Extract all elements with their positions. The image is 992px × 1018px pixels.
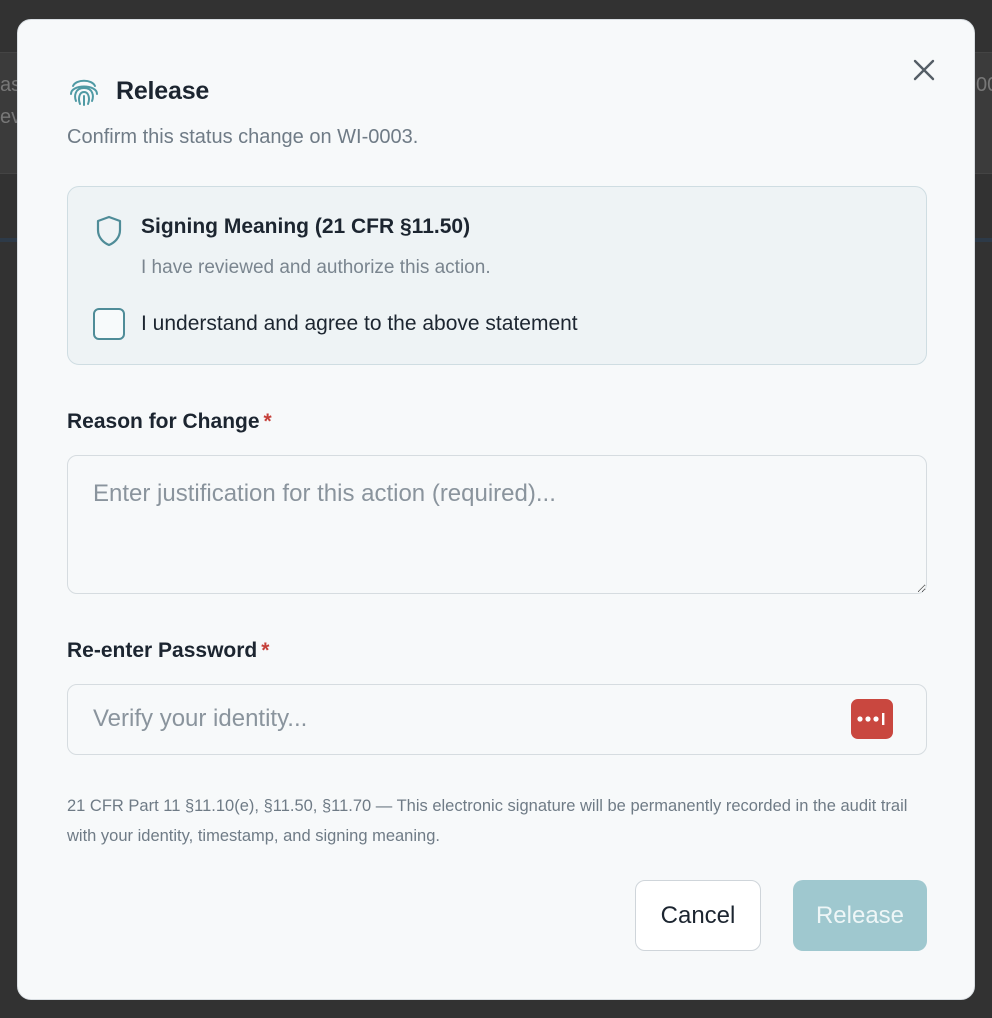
- signature-dialog: Release Confirm this status change on WI…: [17, 19, 975, 1000]
- compliance-footnote: 21 CFR Part 11 §11.10(e), §11.50, §11.70…: [67, 797, 908, 845]
- release-button[interactable]: Release: [793, 880, 927, 951]
- reason-textarea[interactable]: [67, 455, 927, 594]
- reason-label-text: Reason for Change: [67, 410, 260, 433]
- dialog-header: Release: [67, 74, 209, 108]
- signing-meaning-title: Signing Meaning (21 CFR §11.50): [141, 215, 471, 238]
- dialog-title: Release: [116, 76, 210, 105]
- dialog-subtitle: Confirm this status change on WI-0003.: [67, 126, 419, 148]
- shield-icon: [95, 215, 123, 247]
- signing-meaning-text: I have reviewed and authorize this actio…: [141, 257, 491, 278]
- close-icon: [910, 59, 938, 87]
- agree-checkbox-label: I understand and agree to the above stat…: [141, 312, 578, 335]
- signing-meaning-panel: Signing Meaning (21 CFR §11.50) I have r…: [67, 186, 927, 365]
- password-label: Re-enter Password *: [67, 639, 269, 663]
- reason-label: Reason for Change *: [67, 410, 272, 434]
- cancel-button[interactable]: Cancel: [635, 880, 761, 951]
- background-text: 00: [976, 74, 992, 96]
- required-marker: *: [263, 410, 272, 433]
- password-label-text: Re-enter Password: [67, 639, 258, 662]
- password-manager-icon[interactable]: [851, 699, 893, 739]
- password-field-wrapper: [67, 684, 927, 755]
- password-input[interactable]: [68, 685, 828, 753]
- fingerprint-icon: [67, 74, 101, 108]
- required-marker: *: [261, 639, 270, 662]
- close-button[interactable]: [910, 56, 938, 84]
- agree-checkbox-row[interactable]: I understand and agree to the above stat…: [93, 308, 578, 340]
- agree-checkbox[interactable]: [93, 308, 125, 340]
